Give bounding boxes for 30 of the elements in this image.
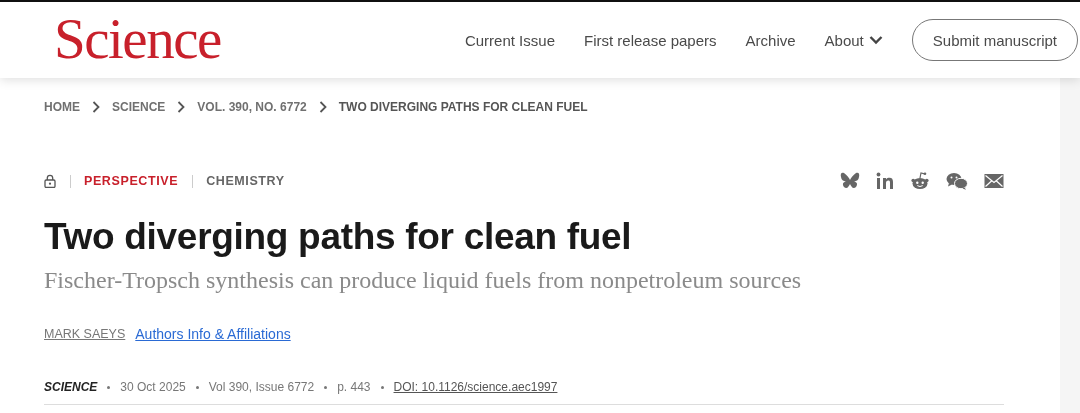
chevron-right-icon [92,101,100,113]
nav-link[interactable]: About [824,31,883,49]
subject-label[interactable]: CHEMISTRY [206,174,285,188]
chevron-down-icon [868,35,883,45]
publication-date: 30 Oct 2025 [120,380,186,395]
submit-manuscript-button[interactable]: Submit manuscript [911,19,1078,61]
science-logo[interactable]: Science [54,9,221,67]
chevron-right-icon [177,101,186,113]
author-link[interactable]: MARK SAEYS [44,327,126,342]
breadcrumb-link[interactable]: VOL. 390, NO. 6772 [197,100,307,114]
volume-issue: Vol 390, Issue 6772 [208,380,315,395]
nav-link[interactable]: Current Issue [464,31,555,49]
article-title: Two diverging paths for clean fuel [44,215,633,259]
breadcrumb-link[interactable]: HOME [44,100,80,114]
reddit-icon[interactable] [910,172,930,190]
breadcrumb-link[interactable]: SCIENCE [112,100,166,114]
nav-link[interactable]: Archive [745,31,796,49]
breadcrumb-link[interactable]: TWO DIVERGING PATHS FOR CLEAN FUEL [338,100,588,114]
journal-name: SCIENCE [44,380,98,395]
nav-link[interactable]: First release papers [584,31,717,49]
authors-info-link[interactable]: Authors Info & Affiliations [135,326,291,343]
linkedin-icon[interactable] [876,172,894,190]
article-type-label[interactable]: PERSPECTIVE [84,174,179,188]
butterfly-icon[interactable] [840,172,860,190]
page-number: p. 443 [337,380,371,395]
chat-bubbles-icon[interactable] [946,172,968,190]
envelope-icon[interactable] [984,173,1004,189]
doi-link[interactable]: DOI: 10.1126/science.aec1997 [393,380,558,395]
article-subtitle: Fischer-Tropsch synthesis can produce liquid fuels from nonpetroleum sources [44,267,803,295]
chevron-right-icon [318,101,327,113]
